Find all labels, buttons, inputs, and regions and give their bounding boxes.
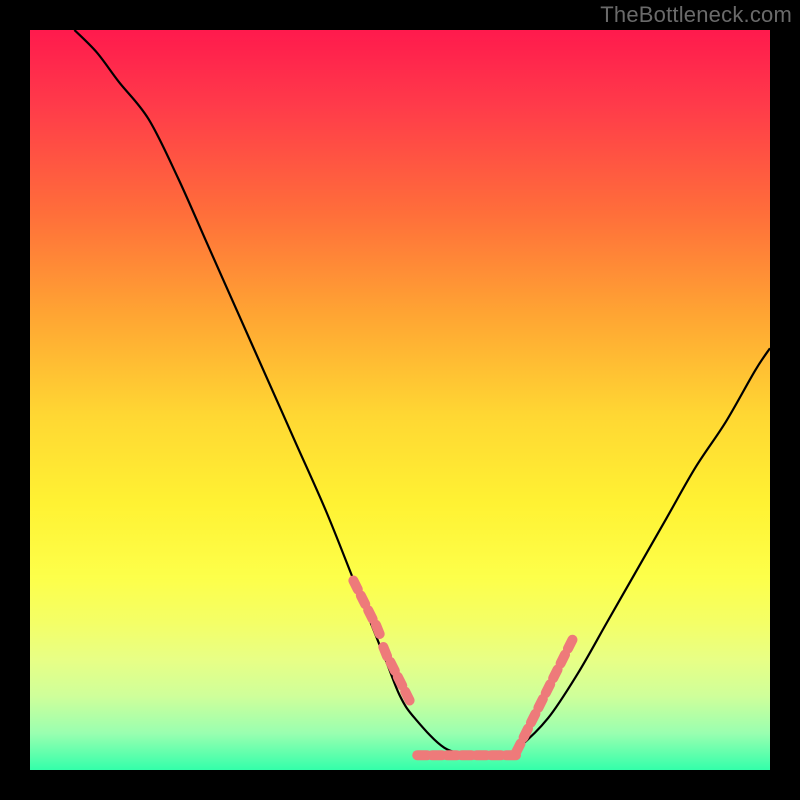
plot-area	[30, 30, 770, 770]
watermark-text: TheBottleneck.com	[600, 2, 792, 28]
chart-frame: TheBottleneck.com	[0, 0, 800, 800]
marker-cluster-left	[347, 574, 417, 707]
marker-cluster-flat	[412, 750, 521, 760]
bottleneck-curve	[74, 30, 770, 756]
plot-svg	[30, 30, 770, 770]
marker-cluster-right	[509, 633, 579, 759]
